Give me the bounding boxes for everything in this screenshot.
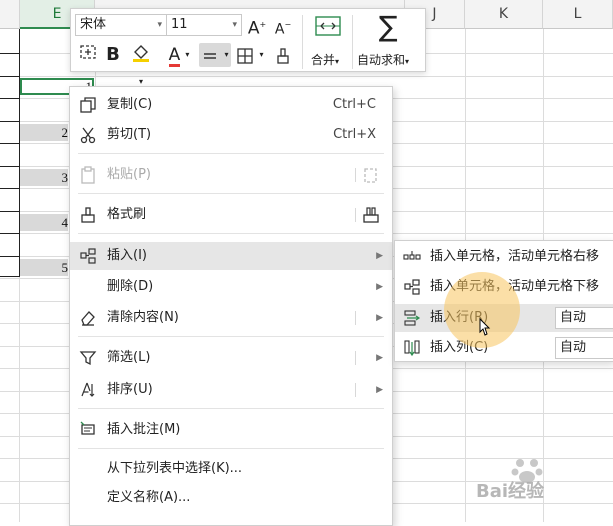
column-header-k[interactable]: K	[465, 0, 543, 29]
menu-item-insert[interactable]: 插入(I) ▶	[70, 242, 392, 270]
menu-label-paste: 粘贴(P)	[107, 167, 151, 182]
menu-label-sort: 排序(U)	[107, 382, 153, 397]
chevron-right-icon: ▶	[376, 282, 383, 292]
copy-icon	[80, 97, 96, 113]
sum-icon[interactable]: ∑	[373, 13, 403, 43]
menu-label-insert-comment: 插入批注(M)	[107, 422, 181, 437]
watermark: Bai经验	[470, 455, 610, 515]
cell-e-4[interactable]: 4	[20, 214, 68, 231]
format-painter-button[interactable]	[271, 43, 295, 67]
format-painter-icon	[81, 207, 95, 223]
chevron-down-icon: ▾	[232, 20, 237, 30]
border-icon	[237, 47, 254, 64]
menu-label-filter: 筛选(L)	[107, 350, 151, 365]
menu-item-copy[interactable]: 复制(C) Ctrl+C	[70, 91, 392, 119]
submenu-item-insert-column[interactable]: 插入列(C) 自动	[395, 334, 613, 362]
insert-column-icon	[404, 340, 420, 357]
menu-label-define-name: 定义名称(A)...	[107, 490, 191, 505]
align-icon	[204, 52, 217, 59]
cell-e-5[interactable]: 5	[20, 259, 68, 276]
brush-icon	[277, 47, 289, 64]
cell-e-3[interactable]: 3	[20, 169, 68, 186]
sort-icon	[81, 382, 95, 397]
grow-font-icon: A	[247, 18, 260, 39]
submenu-item-insert-cells-right[interactable]: 插入单元格，活动单元格右移	[395, 243, 613, 271]
fill-color-icon	[133, 45, 149, 62]
align-button[interactable]: ▾	[199, 43, 231, 67]
menu-item-pick-from-list[interactable]: 从下拉列表中选择(K)...	[70, 455, 392, 483]
submenu-label-insert-column: 插入列(C)	[430, 340, 489, 355]
font-name-value: 宋体	[80, 17, 107, 32]
font-color-button[interactable]: A ▾	[165, 43, 193, 67]
merge-icon-button[interactable]	[311, 15, 345, 41]
chevron-right-icon: ▶	[376, 313, 383, 323]
merge-label: 合并	[311, 53, 336, 67]
grow-font-button[interactable]: A+	[245, 13, 269, 39]
corner-header[interactable]	[0, 0, 20, 29]
submenu-label-insert-cells-right: 插入单元格，活动单元格右移	[430, 249, 600, 264]
watermark-text: Bai经验	[476, 481, 545, 502]
chevron-right-icon: ▶	[376, 251, 383, 261]
menu-label-copy: 复制(C)	[107, 97, 153, 112]
cell-e-2[interactable]: 2	[20, 124, 68, 141]
autosum-label: 自动求和	[357, 53, 406, 67]
insert-column-count-input[interactable]: 自动	[555, 337, 613, 359]
menu-item-paste[interactable]: 粘贴(P)	[70, 161, 392, 189]
format-cells-button[interactable]	[77, 43, 99, 67]
menu-item-delete[interactable]: 删除(D) ▶	[70, 273, 392, 301]
chevron-down-icon: ▾	[157, 20, 162, 30]
insert-cells-down-icon	[404, 279, 420, 295]
filter-icon	[79, 351, 97, 366]
comment-icon	[80, 421, 95, 435]
border-button[interactable]: ▾	[235, 43, 265, 67]
fill-color-button[interactable]: ▾	[127, 43, 155, 86]
insert-icon	[80, 248, 96, 264]
mini-toolbar: 宋体 ▾ 11 ▾ A+ A− B ▾ A ▾ ▾ ▾ 合并▾ ∑ 自动求和▾	[70, 8, 426, 86]
menu-item-insert-comment[interactable]: 插入批注(M)	[70, 416, 392, 444]
shrink-font-icon: A	[274, 21, 285, 38]
menu-label-clear: 清除内容(N)	[107, 310, 179, 325]
menu-label-delete: 删除(D)	[107, 279, 154, 294]
submenu-label-insert-cells-down: 插入单元格，活动单元格下移	[430, 279, 600, 294]
paste-special-icon[interactable]	[362, 166, 380, 184]
font-color-icon: A	[168, 45, 181, 67]
insert-submenu: 插入单元格，活动单元格右移 插入单元格，活动单元格下移 插入行(R) 自动 插入…	[394, 240, 613, 362]
submenu-item-insert-row[interactable]: 插入行(R) 自动	[395, 304, 613, 332]
menu-label-format-painter: 格式刷	[107, 207, 147, 222]
shortcut-cut: Ctrl+X	[333, 127, 376, 142]
column-header-l[interactable]: L	[543, 0, 613, 29]
shortcut-copy: Ctrl+C	[332, 97, 376, 112]
format-cells-icon	[80, 45, 96, 59]
eraser-icon	[81, 311, 95, 326]
format-painter-multi-icon[interactable]	[362, 206, 380, 224]
merge-icon	[315, 16, 341, 36]
menu-item-sort[interactable]: 排序(U) ▶	[70, 376, 392, 404]
insert-row-icon	[404, 310, 421, 326]
paste-icon	[81, 166, 95, 184]
autosum-button[interactable]: 自动求和▾	[357, 51, 409, 68]
mouse-cursor-icon	[479, 318, 491, 336]
chevron-right-icon: ▶	[376, 385, 383, 395]
menu-item-clear[interactable]: 清除内容(N) ▶	[70, 304, 392, 332]
menu-item-format-painter[interactable]: 格式刷	[70, 201, 392, 229]
font-size-select[interactable]: 11 ▾	[166, 14, 242, 36]
shrink-font-button[interactable]: A−	[271, 13, 295, 37]
menu-item-cut[interactable]: 剪切(T) Ctrl+X	[70, 121, 392, 149]
context-menu: 复制(C) Ctrl+C 剪切(T) Ctrl+X 粘贴(P) 格式刷 插入(I…	[69, 86, 393, 526]
scissors-icon	[80, 127, 96, 144]
font-name-select[interactable]: 宋体 ▾	[75, 14, 167, 36]
font-size-value: 11	[171, 17, 188, 32]
menu-label-pick-from-list: 从下拉列表中选择(K)...	[107, 461, 243, 476]
insert-cells-right-icon	[403, 251, 421, 260]
bold-button[interactable]: B	[103, 43, 123, 67]
menu-item-filter[interactable]: 筛选(L) ▶	[70, 344, 392, 372]
merge-button[interactable]: 合并▾	[311, 51, 339, 68]
menu-label-cut: 剪切(T)	[107, 127, 152, 142]
chevron-right-icon: ▶	[376, 353, 383, 363]
menu-item-define-name[interactable]: 定义名称(A)...	[70, 484, 392, 512]
insert-row-count-input[interactable]: 自动	[555, 307, 613, 329]
menu-label-insert: 插入(I)	[107, 248, 147, 263]
submenu-item-insert-cells-down[interactable]: 插入单元格，活动单元格下移	[395, 273, 613, 301]
